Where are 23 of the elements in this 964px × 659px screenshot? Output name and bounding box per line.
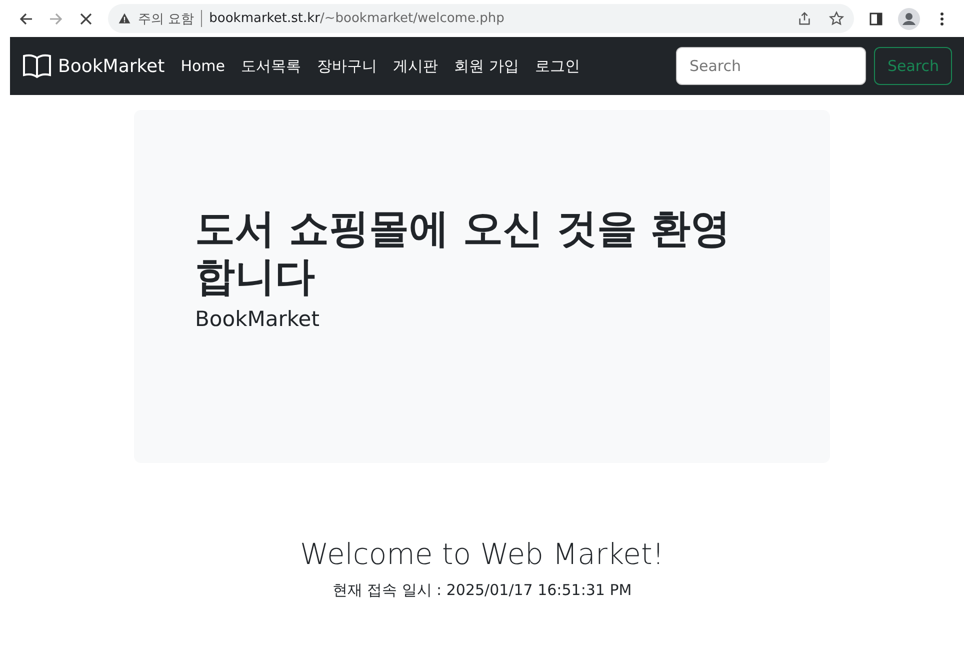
hero-subtitle: BookMarket — [195, 307, 320, 331]
back-icon[interactable] — [18, 10, 34, 26]
nav-link[interactable]: 회원 가입 — [454, 56, 519, 76]
profile-icon[interactable] — [898, 8, 920, 30]
star-icon[interactable] — [829, 11, 844, 26]
side-panel-icon[interactable] — [868, 10, 884, 26]
search-field[interactable]: Search — [676, 47, 866, 85]
access-time: 현재 접속 일시 : 2025/01/17 16:51:31 PM — [332, 581, 632, 600]
nav-link[interactable]: 게시판 — [392, 56, 438, 76]
warning-icon — [118, 12, 131, 25]
nav-link[interactable]: 장바구니 — [316, 56, 377, 76]
url-text: bookmarket.st.kr/~bookmarket/welcome.php — [209, 11, 504, 26]
nav-link[interactable]: 로그인 — [534, 56, 580, 76]
nav-link[interactable]: Home — [180, 57, 225, 75]
address-bar[interactable]: 주의 요함 bookmarket.st.kr/~bookmarket/welcome.php — [108, 4, 854, 33]
share-icon[interactable] — [797, 11, 812, 26]
stop-icon[interactable] — [78, 10, 94, 26]
hero-title: 도서 쇼핑몰에 오신 것을 환영합니다 — [195, 205, 732, 301]
brand-link[interactable]: BookMarket — [22, 53, 165, 79]
welcome-title: Welcome to Web Market! — [300, 537, 664, 571]
security-label: 주의 요함 — [138, 10, 194, 28]
nav-link[interactable]: 도서목록 — [240, 56, 301, 76]
book-icon — [22, 53, 52, 79]
